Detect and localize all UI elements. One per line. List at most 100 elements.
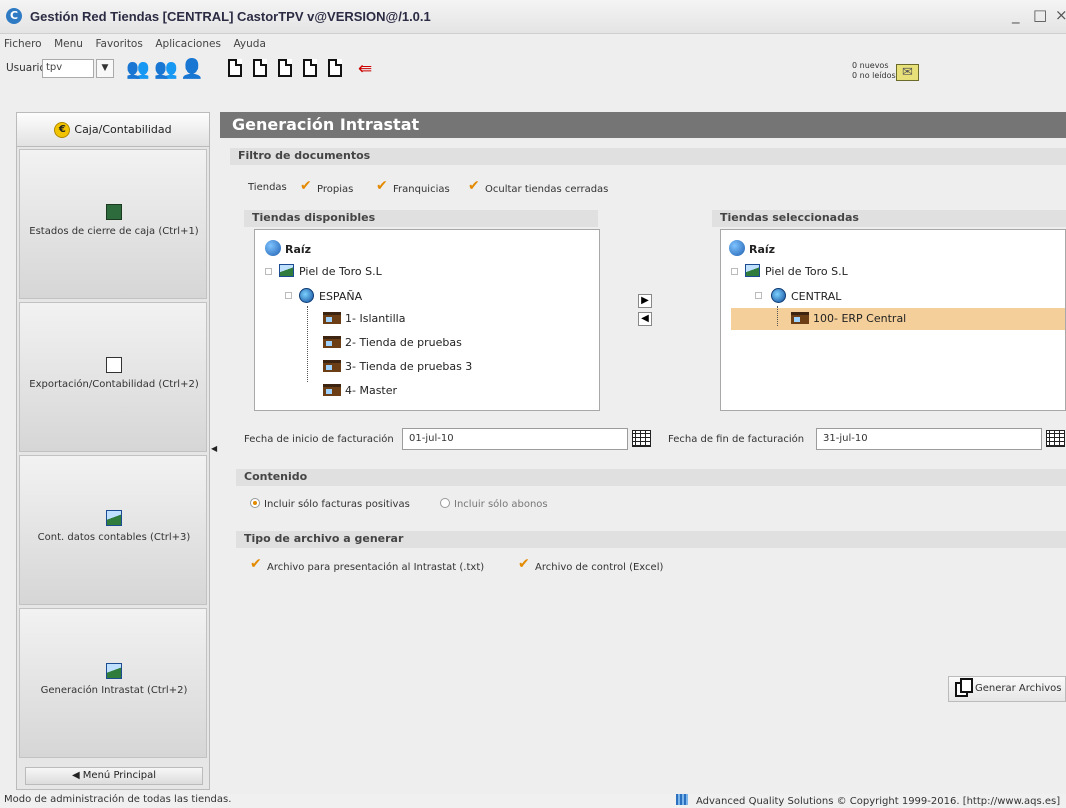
document-icon[interactable] bbox=[228, 59, 242, 77]
tree-node-country[interactable]: ESPAÑA bbox=[299, 288, 362, 303]
store-icon bbox=[323, 312, 341, 324]
own-stores-checkbox[interactable]: Propias bbox=[300, 178, 353, 195]
document-icon[interactable] bbox=[303, 59, 317, 77]
checkbox-checked-icon bbox=[468, 178, 480, 194]
globe-icon bbox=[729, 240, 745, 256]
credit-notes-radio[interactable]: Incluir sólo abonos bbox=[440, 498, 548, 510]
country-icon bbox=[771, 288, 786, 303]
menu-favoritos[interactable]: Favoritos bbox=[95, 38, 142, 50]
tree-connector bbox=[777, 306, 778, 326]
sidebar-item-label: Exportación/Contabilidad (Ctrl+2) bbox=[29, 379, 199, 390]
move-right-button[interactable]: ▶ bbox=[638, 294, 652, 308]
tree-node-label: Raíz bbox=[749, 243, 776, 256]
back-arrows-icon[interactable]: ⇚ bbox=[354, 58, 376, 80]
tree-toggle[interactable] bbox=[285, 292, 292, 299]
menu-menu[interactable]: Menu bbox=[54, 38, 83, 50]
tree-node-label: Piel de Toro S.L bbox=[299, 265, 382, 278]
tree-node-label: 2- Tienda de pruebas bbox=[345, 336, 462, 349]
checkbox-checked-icon bbox=[376, 178, 388, 194]
tree-node-root[interactable]: Raíz bbox=[265, 240, 311, 256]
tree-node-root[interactable]: Raíz bbox=[729, 240, 775, 256]
tree-node-store[interactable]: 2- Tienda de pruebas bbox=[323, 336, 462, 349]
copy-files-icon bbox=[955, 678, 973, 697]
messages-new: 0 nuevos bbox=[852, 61, 889, 70]
selected-stores-tree: Raíz Piel de Toro S.L CENTRAL 100- ERP C… bbox=[720, 229, 1066, 411]
generate-files-button[interactable]: Generar Archivos bbox=[948, 676, 1066, 702]
store-icon bbox=[323, 384, 341, 396]
tree-node-company[interactable]: Piel de Toro S.L bbox=[745, 264, 848, 278]
tree-toggle[interactable] bbox=[265, 268, 272, 275]
move-left-button[interactable]: ◀ bbox=[638, 312, 652, 326]
document-icon[interactable] bbox=[253, 59, 267, 77]
checkbox-checked-icon bbox=[250, 556, 262, 572]
intrastat-file-label: Archivo para presentación al Intrastat (… bbox=[267, 562, 485, 573]
close-button[interactable]: × bbox=[1055, 6, 1066, 24]
start-date-label: Fecha de inicio de facturación bbox=[244, 434, 394, 445]
radio-unselected-icon bbox=[440, 498, 450, 508]
user-remove-icon[interactable]: 👤 bbox=[180, 58, 204, 80]
users-add-icon[interactable]: 👥 bbox=[126, 58, 150, 80]
status-message: Modo de administración de todas las tien… bbox=[4, 794, 232, 805]
sidebar-item-cash-close[interactable]: Estados de cierre de caja (Ctrl+1) bbox=[19, 149, 207, 299]
sidebar-header[interactable]: € Caja/Contabilidad bbox=[17, 113, 209, 147]
selected-stores-header: Tiendas seleccionadas bbox=[712, 210, 1066, 227]
sidebar-item-intrastat[interactable]: Generación Intrastat (Ctrl+2) bbox=[19, 608, 207, 758]
tree-toggle[interactable] bbox=[755, 292, 762, 299]
cash-register-icon bbox=[106, 204, 122, 220]
company-icon bbox=[745, 264, 760, 277]
calendar-icon[interactable] bbox=[632, 430, 651, 447]
tree-node-store[interactable]: 1- Islantilla bbox=[323, 312, 405, 325]
users-group-icon[interactable]: 👥 bbox=[154, 58, 178, 80]
tree-node-store[interactable]: 4- Master bbox=[323, 384, 397, 397]
tree-node-company[interactable]: Piel de Toro S.L bbox=[279, 264, 382, 278]
chart-icon bbox=[106, 663, 122, 679]
start-date-input[interactable]: 01-jul-10 bbox=[402, 428, 628, 450]
tree-node-label: CENTRAL bbox=[791, 290, 842, 303]
end-date-input[interactable]: 31-jul-10 bbox=[816, 428, 1042, 450]
status-bar: Modo de administración de todas las tien… bbox=[0, 794, 1066, 808]
euro-icon: € bbox=[54, 122, 71, 138]
credit-notes-label: Incluir sólo abonos bbox=[454, 499, 548, 510]
available-stores-header: Tiendas disponibles bbox=[244, 210, 598, 227]
tree-node-label: Raíz bbox=[285, 243, 312, 256]
positive-invoices-radio[interactable]: Incluir sólo facturas positivas bbox=[250, 498, 410, 510]
messages-unread: 0 no leídos bbox=[852, 71, 896, 80]
tree-node-store[interactable]: 3- Tienda de pruebas 3 bbox=[323, 360, 472, 373]
store-icon bbox=[323, 360, 341, 372]
document-icon[interactable] bbox=[328, 59, 342, 77]
control-file-checkbox[interactable]: Archivo de control (Excel) bbox=[518, 556, 663, 573]
tree-node-label: 4- Master bbox=[345, 384, 398, 397]
tree-node-store[interactable]: 100- ERP Central bbox=[791, 312, 906, 325]
copyright-text: Advanced Quality Solutions © Copyright 1… bbox=[696, 796, 1061, 807]
sidebar-item-accounting-data[interactable]: Cont. datos contables (Ctrl+3) bbox=[19, 455, 207, 605]
tree-node-label: ESPAÑA bbox=[319, 290, 363, 303]
menu-aplicaciones[interactable]: Aplicaciones bbox=[155, 38, 221, 50]
content-section-header: Contenido bbox=[236, 469, 1066, 486]
country-icon bbox=[299, 288, 314, 303]
tree-toggle[interactable] bbox=[731, 268, 738, 275]
company-icon bbox=[279, 264, 294, 277]
stores-label: Tiendas bbox=[248, 182, 287, 193]
mail-icon[interactable]: ✉ bbox=[896, 64, 919, 81]
calendar-icon[interactable] bbox=[1046, 430, 1065, 447]
hide-closed-checkbox[interactable]: Ocultar tiendas cerradas bbox=[468, 178, 608, 195]
franchises-checkbox[interactable]: Franquicias bbox=[376, 178, 450, 195]
sidebar-item-export-accounting[interactable]: Exportación/Contabilidad (Ctrl+2) bbox=[19, 302, 207, 452]
checkbox-checked-icon bbox=[300, 178, 312, 194]
sidebar-item-label: Estados de cierre de caja (Ctrl+1) bbox=[29, 226, 199, 237]
menu-ayuda[interactable]: Ayuda bbox=[233, 38, 265, 50]
store-icon bbox=[323, 336, 341, 348]
minimize-button[interactable]: _ bbox=[1012, 6, 1020, 24]
chevron-down-icon[interactable]: ▼ bbox=[96, 59, 114, 78]
tree-node-group[interactable]: CENTRAL bbox=[771, 288, 841, 303]
user-select[interactable]: tpv bbox=[42, 59, 94, 78]
maximize-button[interactable]: □ bbox=[1033, 6, 1047, 24]
sidebar-item-label: Cont. datos contables (Ctrl+3) bbox=[37, 532, 191, 543]
tree-node-label: 100- ERP Central bbox=[813, 312, 907, 325]
main-menu-button[interactable]: ◀ Menú Principal bbox=[25, 767, 203, 785]
globe-icon bbox=[265, 240, 281, 256]
collapse-sidebar-icon[interactable]: ◀ bbox=[211, 444, 217, 453]
menu-fichero[interactable]: Fichero bbox=[4, 38, 42, 50]
intrastat-file-checkbox[interactable]: Archivo para presentación al Intrastat (… bbox=[250, 556, 485, 573]
document-icon[interactable] bbox=[278, 59, 292, 77]
